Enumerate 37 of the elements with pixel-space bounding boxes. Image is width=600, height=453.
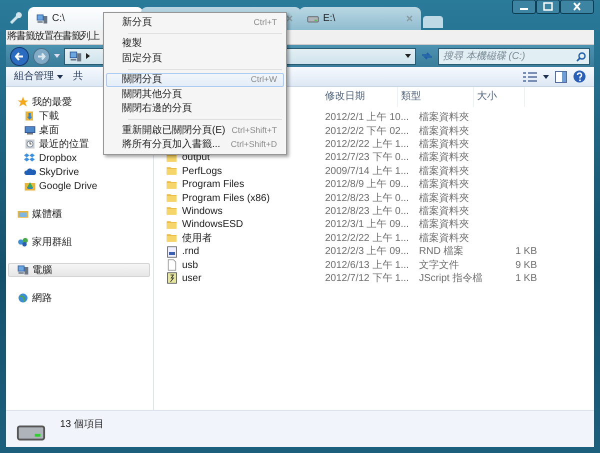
file-size: 1 KB xyxy=(515,272,537,284)
tab-title: C:\ xyxy=(52,12,65,26)
date-modified: 2012/2/3 上午 09... xyxy=(325,246,409,258)
date-modified: 2012/8/23 上午 0... xyxy=(325,206,409,217)
shortcut-label: Ctrl+Shift+D xyxy=(230,138,277,152)
tab-title: E:\ xyxy=(323,12,336,26)
file-type: 檔案資料夾 xyxy=(419,219,469,230)
shortcut-label: Ctrl+Shift+T xyxy=(232,124,277,137)
file-type: 檔案資料夾 xyxy=(419,112,469,124)
file-type: 檔案資料夾 xyxy=(419,126,469,137)
date-modified: 2012/7/12 下午 1... xyxy=(325,272,409,284)
date-modified: 2012/6/13 上午 1... xyxy=(325,260,409,270)
file-type: 檔案資料夾 xyxy=(419,166,469,177)
shortcut-label: Ctrl+T xyxy=(254,16,277,29)
date-modified: 2009/7/14 上午 1... xyxy=(325,166,409,177)
file-type: 檔案資料夾 xyxy=(419,152,469,164)
file-type: 檔案資料夾 xyxy=(419,179,469,190)
date-modified: 2012/2/2 下午 02... xyxy=(325,126,409,137)
date-modified: 2012/8/9 上午 09... xyxy=(325,179,409,190)
file-size: 9 KB xyxy=(515,260,537,270)
date-modified: 2012/8/23 上午 0... xyxy=(325,192,409,204)
shortcut-label: Ctrl+W xyxy=(250,73,277,86)
file-type: 檔案資料夾 xyxy=(419,192,469,204)
date-modified: 2012/7/23 下午 0... xyxy=(325,152,409,164)
date-modified: 2012/2/1 上午 10... xyxy=(325,112,409,124)
date-modified: 2012/2/22 上午 1... xyxy=(325,232,409,244)
date-modified: 2012/3/1 上午 09... xyxy=(325,219,409,230)
item-count: 13 個項目 xyxy=(60,418,104,432)
file-type: 文字文件 xyxy=(419,260,459,270)
bookmark-bar-hint: 將書籤放置在書籤列上 xyxy=(7,31,100,42)
file-type: 檔案資料夾 xyxy=(419,138,469,150)
file-size: 1 KB xyxy=(515,246,537,258)
file-type: RND 檔案 xyxy=(419,246,464,258)
date-modified: 2012/2/22 上午 1... xyxy=(325,138,409,150)
file-type: JScript 指令檔 xyxy=(419,272,482,284)
file-type: 檔案資料夾 xyxy=(419,232,469,244)
file-type: 檔案資料夾 xyxy=(419,206,469,217)
